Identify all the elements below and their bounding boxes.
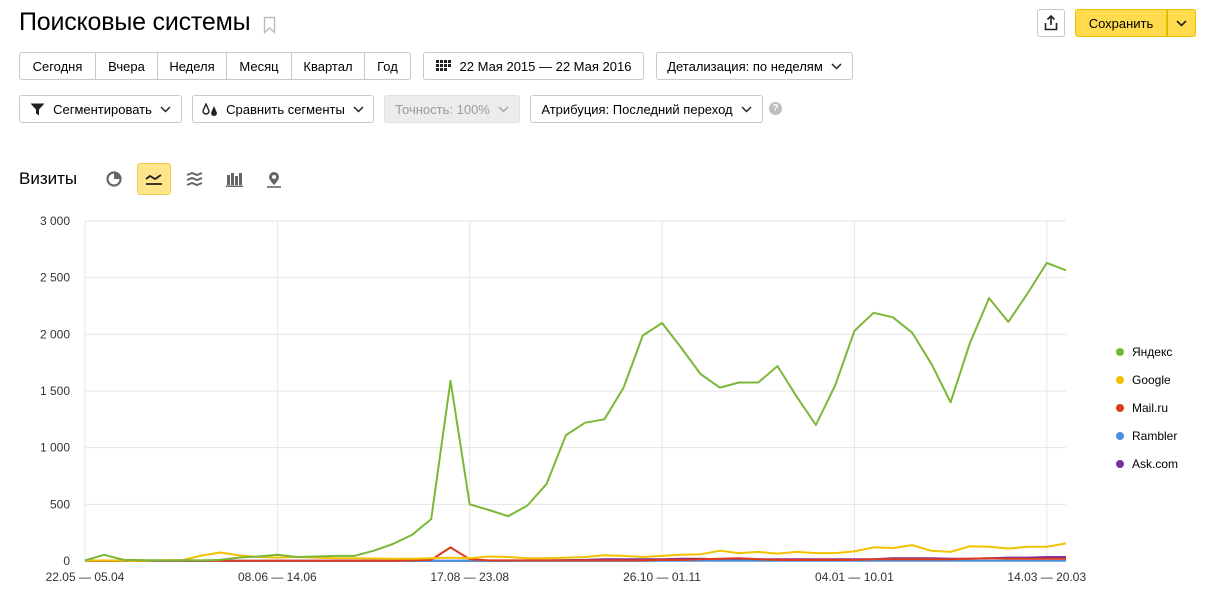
- x-axis-ticks: 22.05 — 05.04 08.06 — 14.06 17.08 — 23.08 2…: [46, 570, 1087, 584]
- period-week[interactable]: Неделя: [158, 53, 227, 79]
- legend-item-yandex[interactable]: Яндекс: [1116, 338, 1178, 366]
- date-range-label: 22 Мая 2015 — 22 Мая 2016: [459, 58, 632, 74]
- line-chart-icon: [145, 172, 163, 186]
- legend-item-google[interactable]: Google: [1116, 366, 1178, 394]
- accuracy-label: Точность: 100%: [395, 101, 490, 117]
- x-tick-label: 14.03 — 20.03: [1007, 570, 1086, 584]
- chart-legend: Яндекс Google Mail.ru Rambler Ask.com: [1116, 338, 1178, 478]
- series-line-Яндекс: [84, 261, 1067, 562]
- chart-series: [84, 261, 1067, 562]
- compare-icon: [202, 102, 218, 116]
- map-icon: [266, 171, 282, 188]
- y-tick-label: 0: [63, 554, 70, 568]
- detail-label: Детализация: по неделям: [667, 58, 823, 74]
- legend-label: Ask.com: [1132, 457, 1179, 471]
- detail-dropdown[interactable]: Детализация: по неделям: [656, 52, 853, 80]
- chevron-down-icon: [741, 105, 752, 113]
- legend-label: Rambler: [1132, 429, 1178, 443]
- export-button[interactable]: [1037, 9, 1065, 37]
- legend-item-mailru[interactable]: Mail.ru: [1116, 394, 1178, 422]
- period-quarter[interactable]: Квартал: [292, 53, 365, 79]
- help-icon[interactable]: ?: [769, 102, 782, 115]
- bar-chart-button[interactable]: [217, 163, 251, 195]
- y-tick-label: 500: [50, 497, 70, 511]
- period-selector: Сегодня Вчера Неделя Месяц Квартал Год: [19, 52, 411, 80]
- y-tick-label: 2 500: [40, 271, 70, 285]
- x-tick-label: 17.08 — 23.08: [430, 570, 509, 584]
- y-tick-label: 1 000: [40, 441, 70, 455]
- legend-dot: [1116, 460, 1124, 468]
- legend-item-askcom[interactable]: Ask.com: [1116, 450, 1178, 478]
- x-tick-label: 26.10 — 01.11: [623, 570, 701, 584]
- legend-item-rambler[interactable]: Rambler: [1116, 422, 1178, 450]
- page-title: Поисковые системы: [19, 8, 251, 36]
- compare-segments-button[interactable]: Сравнить сегменты: [192, 95, 374, 123]
- x-tick-label: 22.05 — 05.04: [46, 570, 125, 584]
- line-chart-button[interactable]: [137, 163, 171, 195]
- share-icon: [1044, 15, 1058, 31]
- legend-label: Яндекс: [1132, 345, 1173, 359]
- legend-dot: [1116, 404, 1124, 412]
- legend-dot: [1116, 348, 1124, 356]
- segment-button[interactable]: Сегментировать: [19, 95, 182, 123]
- compare-label: Сравнить сегменты: [226, 101, 345, 117]
- calendar-icon: [435, 60, 452, 72]
- chevron-down-icon: [831, 62, 842, 70]
- period-today[interactable]: Сегодня: [20, 53, 96, 79]
- chart-grid: [84, 220, 1066, 562]
- y-tick-label: 2 000: [40, 327, 70, 341]
- y-axis-ticks: 0 500 1 000 1 500 2 000 2 500 3 000: [40, 214, 70, 568]
- filter-icon: [30, 103, 45, 116]
- period-year[interactable]: Год: [365, 53, 410, 79]
- save-button-group: Сохранить: [1075, 9, 1196, 37]
- area-chart-icon: [186, 171, 203, 187]
- save-options-button[interactable]: [1167, 9, 1196, 37]
- segment-label: Сегментировать: [53, 101, 152, 117]
- attribution-label: Атрибуция: Последний переход: [541, 101, 733, 117]
- metric-label: Визиты: [19, 169, 78, 188]
- accuracy-dropdown[interactable]: Точность: 100%: [384, 95, 520, 123]
- pie-chart-button[interactable]: [97, 163, 131, 195]
- date-range-button[interactable]: 22 Мая 2015 — 22 Мая 2016: [423, 52, 644, 80]
- save-button[interactable]: Сохранить: [1075, 9, 1167, 37]
- bookmark-icon[interactable]: [263, 16, 276, 35]
- legend-label: Google: [1132, 373, 1171, 387]
- period-month[interactable]: Месяц: [227, 53, 292, 79]
- x-tick-label: 08.06 — 14.06: [238, 570, 317, 584]
- attribution-dropdown[interactable]: Атрибуция: Последний переход: [530, 95, 763, 123]
- chevron-down-icon: [353, 105, 364, 113]
- x-tick-label: 04.01 — 10.01: [815, 570, 894, 584]
- bar-chart-icon: [225, 172, 243, 187]
- map-chart-button[interactable]: [257, 163, 291, 195]
- legend-dot: [1116, 376, 1124, 384]
- area-chart-button[interactable]: [177, 163, 211, 195]
- y-tick-label: 1 500: [40, 384, 70, 398]
- chevron-down-icon: [1176, 19, 1187, 27]
- legend-label: Mail.ru: [1132, 401, 1169, 415]
- chevron-down-icon: [498, 105, 509, 113]
- legend-dot: [1116, 432, 1124, 440]
- pie-chart-icon: [106, 171, 122, 187]
- y-tick-label: 3 000: [40, 214, 70, 228]
- period-yesterday[interactable]: Вчера: [96, 53, 158, 79]
- chevron-down-icon: [160, 105, 171, 113]
- visits-line-chart: 0 500 1 000 1 500 2 000 2 500 3 000 22.05 — 05…: [40, 214, 1087, 584]
